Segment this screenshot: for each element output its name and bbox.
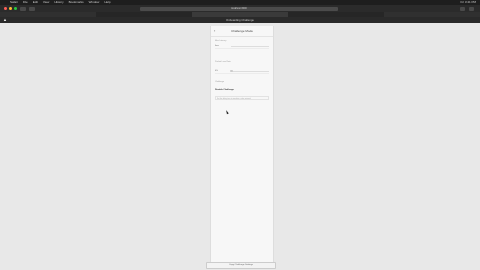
devtools-title-bar: ▲ Onboarding Challenge: [0, 17, 480, 23]
challenge-label: Challenge: [215, 81, 225, 83]
latency-value: 0ms: [215, 45, 219, 47]
browser-toolbar: localhost:3000: [0, 5, 480, 12]
address-bar[interactable]: localhost:3000: [140, 6, 338, 11]
toggle-title[interactable]: Disable Challenge: [215, 89, 234, 91]
new-tab-button[interactable]: [469, 6, 474, 11]
packet-loss-label: Packet Loss Rate: [215, 61, 231, 63]
window-title: Onboarding Challenge: [226, 18, 254, 22]
packet-loss-row[interactable]: 0%: [215, 69, 269, 74]
latency-row[interactable]: 0ms: [215, 44, 269, 49]
max-latency-label: Max Latency: [215, 40, 227, 42]
packet-loss-value: 0%: [215, 70, 218, 72]
latency-slider-track[interactable]: [231, 46, 269, 47]
description-field[interactable]: Set the delay time to simulate a slow ne…: [215, 96, 269, 100]
copy-settings-button[interactable]: Copy Challenge Settings: [206, 262, 276, 269]
close-window-icon[interactable]: [4, 7, 7, 10]
chevron-left-icon[interactable]: ‹: [214, 28, 215, 33]
share-button[interactable]: [460, 6, 465, 11]
window-controls: [4, 7, 17, 10]
slider-knob[interactable]: [230, 69, 233, 73]
packet-loss-slider-track[interactable]: [231, 71, 269, 72]
toolbar-actions: [460, 6, 474, 11]
zoom-window-icon[interactable]: [14, 7, 17, 10]
sidebar-toggle-button[interactable]: [20, 6, 26, 11]
minimize-window-icon[interactable]: [9, 7, 12, 10]
device-icon[interactable]: ▲: [3, 18, 7, 22]
mobile-viewport: ‹ Challenge Mode Max Latency 0ms Packet …: [210, 26, 274, 262]
back-button[interactable]: [29, 6, 35, 11]
screen-header: ‹ Challenge Mode: [211, 26, 273, 37]
screen-title: Challenge Mode: [231, 29, 253, 33]
